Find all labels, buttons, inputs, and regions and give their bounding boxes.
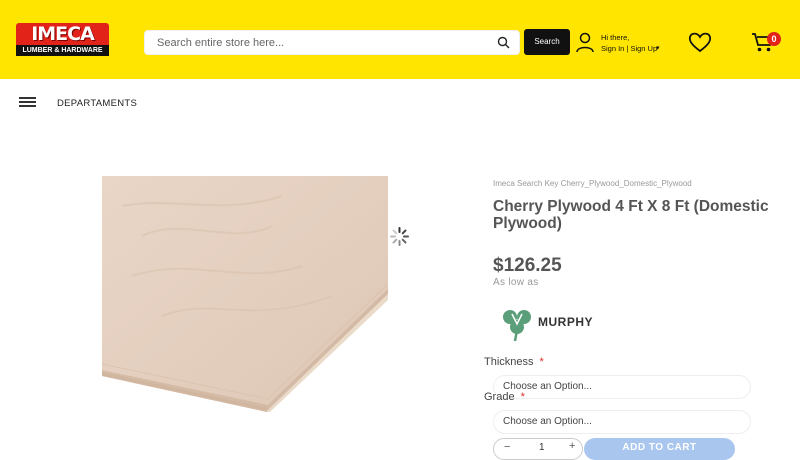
qty-increase-button[interactable]: + — [569, 440, 575, 452]
logo-tagline: LUMBER & HARDWARE — [16, 45, 109, 56]
departments-menu[interactable]: DEPARTAMENTS — [57, 98, 137, 109]
search-icon[interactable] — [497, 36, 510, 49]
sign-in-link[interactable]: Sign In | Sign Up — [601, 44, 657, 53]
cart-count-badge[interactable]: 0 — [767, 32, 781, 46]
user-icon[interactable] — [575, 32, 595, 53]
wishlist-heart-icon[interactable] — [688, 31, 712, 53]
product-title: Cherry Plywood 4 Ft X 8 Ft (Domestic Ply… — [493, 198, 769, 232]
qty-input[interactable]: 1 — [539, 442, 545, 453]
search-key-text: Imeca Search Key Cherry_Plywood_Domestic… — [493, 179, 692, 188]
caret-down-icon[interactable]: ▾ — [656, 44, 660, 52]
search-input[interactable] — [145, 31, 485, 54]
menu-hamburger-icon[interactable] — [19, 97, 36, 107]
search-button[interactable]: Search — [524, 29, 570, 55]
add-to-cart-button[interactable]: ADD TO CART — [584, 438, 735, 460]
logo-wordmark: IMECA — [16, 23, 109, 45]
brand-logo[interactable]: MURPHY — [500, 306, 596, 342]
shamrock-icon — [503, 310, 531, 342]
product-price: $126.25 — [493, 255, 562, 276]
search-bar — [144, 30, 520, 55]
brand-name: MURPHY — [538, 315, 594, 329]
grade-select[interactable]: Choose an Option... — [493, 410, 751, 434]
required-marker: * — [520, 391, 525, 403]
grade-label-text: Grade — [484, 391, 515, 403]
quantity-stepper: − 1 + — [493, 438, 583, 460]
site-header: IMECA LUMBER & HARDWARE Search Hi there,… — [0, 0, 800, 79]
thickness-label: Thickness * — [484, 356, 544, 368]
required-marker: * — [539, 356, 544, 368]
greeting-text: Hi there, — [601, 33, 630, 42]
loading-spinner-icon — [390, 227, 409, 246]
qty-decrease-button[interactable]: − — [504, 441, 510, 453]
price-note: As low as — [493, 277, 539, 288]
thickness-label-text: Thickness — [484, 356, 534, 368]
grade-label: Grade * — [484, 391, 525, 403]
imeca-logo[interactable]: IMECA LUMBER & HARDWARE — [16, 23, 109, 56]
thickness-select[interactable]: Choose an Option... — [493, 375, 751, 399]
product-image[interactable] — [102, 176, 388, 412]
